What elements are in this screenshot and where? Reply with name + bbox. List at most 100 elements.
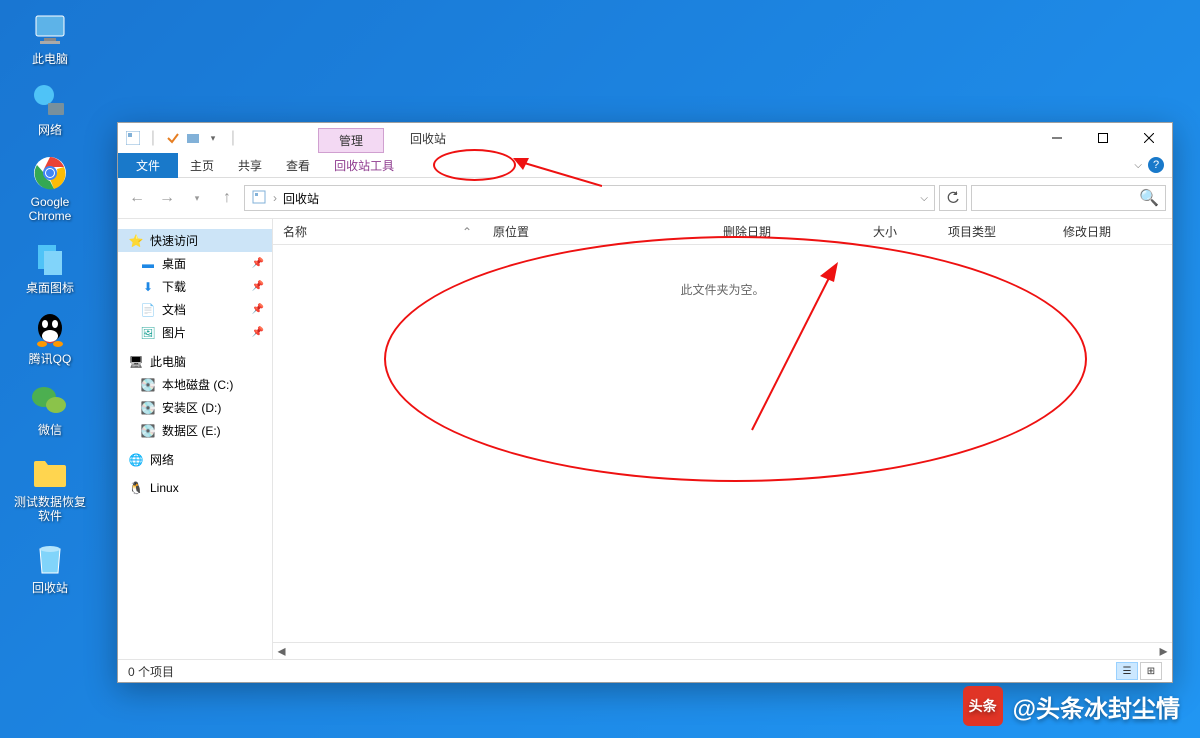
network-icon: 🌐	[128, 452, 144, 468]
column-date-modified[interactable]: 修改日期	[1053, 223, 1172, 240]
address-bar[interactable]: › 回收站 ⌵	[244, 185, 935, 211]
folder-icon[interactable]	[184, 129, 202, 147]
main-pane: 名称⌃ 原位置 删除日期 大小 项目类型 修改日期 此文件夹为空。 ◂ ▸	[273, 219, 1172, 659]
close-button[interactable]	[1126, 123, 1172, 153]
back-button[interactable]: ←	[124, 185, 150, 211]
sort-indicator-icon: ⌃	[462, 225, 472, 239]
scroll-left-button[interactable]: ◂	[273, 644, 290, 659]
search-input[interactable]	[978, 191, 1139, 205]
ribbon-tab-view[interactable]: 查看	[274, 153, 322, 178]
up-button[interactable]: ↑	[214, 185, 240, 211]
desktop-icon-recycle-bin[interactable]: 回收站	[30, 539, 70, 595]
pin-icon: 📌	[252, 327, 264, 338]
divider-icon: |	[224, 129, 242, 147]
properties-icon[interactable]	[164, 129, 182, 147]
desktop-icon-label: Google Chrome	[29, 195, 72, 224]
nav-label: 下载	[162, 278, 186, 295]
watermark: 头条 @头条冰封尘情	[963, 686, 1180, 726]
scroll-right-button[interactable]: ▸	[1155, 644, 1172, 659]
column-size[interactable]: 大小	[863, 223, 938, 240]
ribbon-tabs: 文件 主页 共享 查看 回收站工具 ⌵ ?	[118, 153, 1172, 178]
nav-quick-access[interactable]: ⭐ 快速访问	[118, 229, 272, 252]
content-area: ⭐ 快速访问 ▬ 桌面 📌 ⬇ 下载 📌 📄 文档 📌 🖼 图片 📌	[118, 218, 1172, 659]
column-date-deleted[interactable]: 删除日期	[713, 223, 863, 240]
search-icon[interactable]: 🔍	[1139, 188, 1159, 208]
chrome-icon	[30, 153, 70, 193]
contextual-tab-group: 管理	[318, 128, 384, 153]
linux-icon: 🐧	[128, 480, 144, 496]
item-count: 0 个项目	[128, 663, 174, 680]
column-name[interactable]: 名称⌃	[273, 223, 483, 240]
desktop-icon-label: 微信	[38, 423, 62, 437]
desktop-icon-label: 此电脑	[32, 52, 68, 66]
desktop-icon-test-recovery[interactable]: 测试数据恢复 软件	[14, 453, 86, 524]
desktop-icon-label: 回收站	[32, 581, 68, 595]
ribbon-tab-file[interactable]: 文件	[118, 153, 178, 178]
nav-downloads[interactable]: ⬇ 下载 📌	[118, 275, 272, 298]
recycle-bin-icon	[30, 539, 70, 579]
history-dropdown[interactable]: ▾	[184, 185, 210, 211]
monitor-icon: 🖥	[128, 354, 144, 370]
recycle-bin-icon	[251, 189, 267, 208]
desktop-icon-label: 桌面图标	[26, 281, 74, 295]
wechat-icon	[30, 381, 70, 421]
desktop-icon-label: 网络	[38, 123, 62, 137]
desktop-icons-column: 此电脑 网络 Google Chrome 桌面图标 腾讯QQ 微信 测试数据恢复…	[10, 10, 90, 595]
desktop-icon-qq[interactable]: 腾讯QQ	[29, 310, 72, 366]
pin-icon: 📌	[252, 304, 264, 315]
watermark-logo: 头条	[963, 686, 1003, 726]
nav-drive-d[interactable]: 💽 安装区 (D:)	[118, 396, 272, 419]
document-icon: 📄	[140, 302, 156, 318]
folder-icon	[30, 453, 70, 493]
ribbon-tab-home[interactable]: 主页	[178, 153, 226, 178]
desktop-icon-label: 腾讯QQ	[29, 352, 72, 366]
search-box[interactable]: 🔍	[971, 185, 1166, 211]
desktop-icon-wechat[interactable]: 微信	[30, 381, 70, 437]
nav-network[interactable]: 🌐 网络	[118, 448, 272, 471]
nav-documents[interactable]: 📄 文档 📌	[118, 298, 272, 321]
breadcrumb-separator: ›	[273, 191, 277, 205]
nav-drive-c[interactable]: 💽 本地磁盘 (C:)	[118, 373, 272, 396]
watermark-text: @头条冰封尘情	[1013, 689, 1180, 724]
refresh-button[interactable]	[939, 185, 967, 211]
download-icon: ⬇	[140, 279, 156, 295]
nav-label: 安装区 (D:)	[162, 399, 221, 416]
explorer-window: | ▾ | 管理 回收站 文件 主页 共享 查看 回收站工具 ⌵ ? ← → ▾	[117, 122, 1173, 683]
chevron-down-icon[interactable]: ⌵	[1134, 160, 1142, 171]
nav-drive-e[interactable]: 💽 数据区 (E:)	[118, 419, 272, 442]
desktop-icon-desktop-icons[interactable]: 桌面图标	[26, 239, 74, 295]
nav-desktop[interactable]: ▬ 桌面 📌	[118, 252, 272, 275]
nav-label: 桌面	[162, 255, 186, 272]
file-list-area[interactable]	[273, 298, 1172, 642]
chevron-down-icon[interactable]: ▾	[204, 129, 222, 147]
view-details-button[interactable]: ☰	[1116, 662, 1138, 680]
desktop-icon-chrome[interactable]: Google Chrome	[29, 153, 72, 224]
desktop-icon-this-pc[interactable]: 此电脑	[30, 10, 70, 66]
help-icon[interactable]: ?	[1148, 157, 1164, 173]
column-item-type[interactable]: 项目类型	[938, 223, 1053, 240]
navigation-bar: ← → ▾ ↑ › 回收站 ⌵ 🔍	[124, 182, 1166, 214]
pin-icon: 📌	[252, 258, 264, 269]
drive-icon: 💽	[140, 423, 156, 439]
chevron-down-icon[interactable]: ⌵	[920, 193, 928, 204]
maximize-button[interactable]	[1080, 123, 1126, 153]
nav-this-pc[interactable]: 🖥 此电脑	[118, 350, 272, 373]
qq-icon	[30, 310, 70, 350]
column-original-location[interactable]: 原位置	[483, 223, 713, 240]
minimize-button[interactable]	[1034, 123, 1080, 153]
forward-button[interactable]: →	[154, 185, 180, 211]
desktop-icon-label: 测试数据恢复 软件	[14, 495, 86, 524]
view-large-icons-button[interactable]: ⊞	[1140, 662, 1162, 680]
monitor-icon	[30, 10, 70, 50]
breadcrumb-location[interactable]: 回收站	[283, 190, 319, 207]
nav-linux[interactable]: 🐧 Linux	[118, 477, 272, 499]
ribbon-tab-recycle-tools[interactable]: 回收站工具	[322, 153, 406, 178]
titlebar: | ▾ | 管理 回收站	[118, 123, 1172, 153]
nav-label: 本地磁盘 (C:)	[162, 376, 233, 393]
drive-icon: 💽	[140, 400, 156, 416]
horizontal-scrollbar[interactable]: ◂ ▸	[273, 642, 1172, 659]
desktop-icon-network[interactable]: 网络	[30, 81, 70, 137]
ribbon-tab-share[interactable]: 共享	[226, 153, 274, 178]
nav-pictures[interactable]: 🖼 图片 📌	[118, 321, 272, 344]
divider-icon: |	[144, 129, 162, 147]
